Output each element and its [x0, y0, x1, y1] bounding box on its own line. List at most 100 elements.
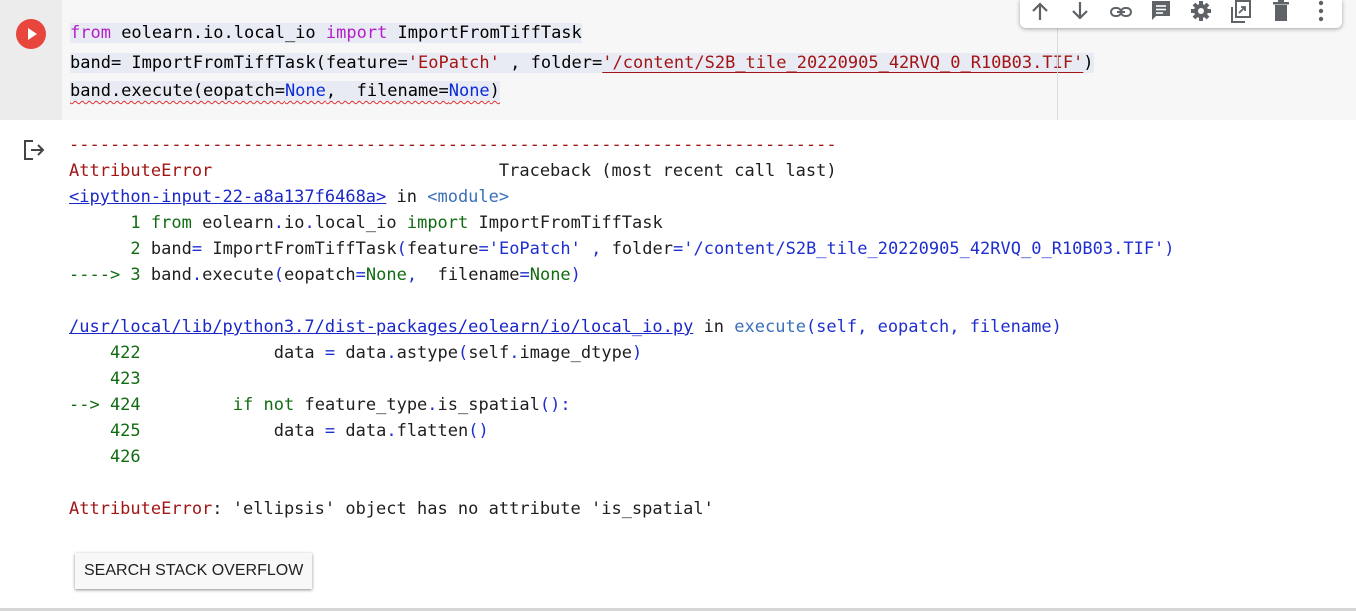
- traceback-token: =: [324, 343, 336, 363]
- traceback-token: None: [529, 265, 571, 285]
- more-vert-icon: [1318, 0, 1324, 22]
- editor-ruler: [1057, 18, 1058, 120]
- traceback-token: ----------------------------------------…: [69, 135, 837, 155]
- traceback-token: .: [386, 343, 397, 363]
- delete-cell-button[interactable]: [1266, 0, 1294, 26]
- traceback-token: Traceback (most recent call last): [212, 161, 837, 181]
- mirror-cell-button[interactable]: [1226, 0, 1254, 26]
- traceback-token: =: [191, 239, 203, 259]
- code-token: '/content/S2B_tile_20220905_42RVQ_0_R10B…: [602, 53, 1084, 73]
- gear-icon: [1191, 1, 1211, 21]
- traceback-token: =: [324, 421, 336, 441]
- traceback-token: local_io: [314, 213, 407, 233]
- traceback-line: ----------------------------------------…: [69, 132, 837, 158]
- traceback-token: 423: [69, 369, 151, 389]
- traceback-token: self: [468, 343, 510, 363]
- traceback-line: 426: [69, 444, 151, 470]
- code-cell: from eolearn.io.local_io import ImportFr…: [0, 0, 1356, 120]
- traceback-token: --> 424: [69, 395, 151, 415]
- traceback-token: (self, eopatch, filename): [805, 317, 1062, 337]
- traceback-token: folder: [601, 239, 673, 259]
- traceback-token: from: [150, 213, 192, 233]
- traceback-token: image_dtype: [519, 343, 633, 363]
- traceback-token: =: [519, 265, 530, 285]
- traceback-token: if: [232, 395, 254, 415]
- traceback-token: ,: [406, 265, 418, 285]
- traceback-line: 2 band= ImportFromTiffTask(feature='EoPa…: [69, 236, 1175, 262]
- traceback-token: band: [150, 239, 192, 259]
- play-icon: [28, 28, 37, 40]
- traceback-token: ImportFromTiffTask: [468, 213, 663, 233]
- arrow-up-icon: [1032, 2, 1048, 20]
- add-comment-button[interactable]: [1146, 0, 1174, 26]
- search-stack-overflow-button[interactable]: SEARCH STACK OVERFLOW: [75, 553, 313, 589]
- code-line-3[interactable]: band.execute(eopatch=None, filename=None…: [70, 78, 500, 104]
- traceback-token: data: [335, 343, 387, 363]
- cell-output: ----------------------------------------…: [0, 120, 1356, 611]
- traceback-token: 425: [69, 421, 151, 441]
- traceback-line: ----> 3 band.execute(eopatch=None, filen…: [69, 262, 581, 288]
- traceback-token: .: [191, 265, 203, 285]
- code-token: , filename=: [325, 81, 449, 101]
- traceback-token: <module>: [427, 187, 510, 207]
- traceback-token: .: [427, 395, 438, 415]
- move-cell-up-button[interactable]: [1026, 0, 1054, 26]
- traceback-token: 422: [69, 343, 151, 363]
- traceback-token: execute: [734, 317, 806, 337]
- traceback-token: filename: [417, 265, 520, 285]
- traceback-token: is_spatial: [437, 395, 540, 415]
- traceback-token: (: [273, 265, 284, 285]
- traceback-token: (): [468, 421, 489, 441]
- traceback-token: .: [386, 421, 397, 441]
- traceback-file-link[interactable]: <ipython-input-22-a8a137f6468a>: [69, 187, 386, 207]
- traceback-token: '/content/S2B_tile_20220905_42RVQ_0_R10B…: [683, 239, 1165, 259]
- code-token: import: [325, 23, 388, 43]
- code-token: eolearn.io.local_io: [110, 23, 326, 43]
- move-cell-down-button[interactable]: [1066, 0, 1094, 26]
- traceback-token: in: [386, 187, 428, 207]
- trash-icon: [1273, 0, 1289, 21]
- code-token: None: [448, 81, 490, 101]
- traceback-line: 423: [69, 366, 151, 392]
- traceback-token: ImportFromTiffTask: [202, 239, 397, 259]
- traceback-line: AttributeError: 'ellipsis' object has no…: [69, 496, 714, 522]
- traceback-token: data: [150, 343, 325, 363]
- arrow-down-icon: [1072, 2, 1088, 20]
- traceback-line: <ipython-input-22-a8a137f6468a> in <modu…: [69, 184, 509, 210]
- code-token: ImportFromTiffTask: [387, 23, 582, 43]
- traceback-token: 2: [69, 239, 151, 259]
- code-token: None: [284, 81, 326, 101]
- traceback-token: data: [150, 421, 325, 441]
- traceback-token: 1: [69, 213, 151, 233]
- traceback-token: =: [478, 239, 489, 259]
- traceback-token: : 'ellipsis' object has no attribute 'is…: [212, 499, 714, 519]
- traceback-token: .: [273, 213, 284, 233]
- traceback-token: ): [1164, 239, 1175, 259]
- traceback-file-link[interactable]: /usr/local/lib/python3.7/dist-packages/e…: [69, 317, 693, 337]
- more-options-button[interactable]: [1306, 0, 1334, 26]
- traceback-token: 'EoPatch': [488, 239, 581, 259]
- cell-toolbar: [1020, 0, 1342, 28]
- mirror-cell-icon: [1231, 0, 1251, 23]
- copy-link-button[interactable]: [1106, 0, 1134, 26]
- traceback-token: ----> 3: [69, 265, 151, 285]
- code-line-2-highlight: band= ImportFromTiffTask(feature='EoPatc…: [70, 53, 1094, 73]
- code-line-1[interactable]: from eolearn.io.local_io import ImportFr…: [70, 20, 582, 46]
- traceback-token: None: [365, 265, 407, 285]
- traceback-token: feature_type: [294, 395, 428, 415]
- code-line-3-highlight: band.execute(eopatch=None, filename=None…: [70, 81, 500, 101]
- code-token: band.execute(eopatch=: [70, 81, 285, 101]
- clear-output-icon[interactable]: [22, 138, 46, 162]
- traceback-token: 426: [69, 447, 151, 467]
- traceback-token: io: [283, 213, 305, 233]
- traceback-token: AttributeError: [69, 499, 213, 519]
- run-cell-button[interactable]: [16, 19, 46, 49]
- traceback-token: data: [335, 421, 387, 441]
- settings-button[interactable]: [1186, 0, 1214, 26]
- traceback-token: [581, 239, 591, 259]
- traceback-line: --> 424 if not feature_type.is_spatial()…: [69, 392, 571, 418]
- traceback-token: AttributeError: [69, 161, 213, 181]
- traceback-token: eolearn: [191, 213, 274, 233]
- code-line-1-highlight: from eolearn.io.local_io import ImportFr…: [70, 23, 582, 43]
- code-line-2[interactable]: band= ImportFromTiffTask(feature='EoPatc…: [70, 50, 1094, 76]
